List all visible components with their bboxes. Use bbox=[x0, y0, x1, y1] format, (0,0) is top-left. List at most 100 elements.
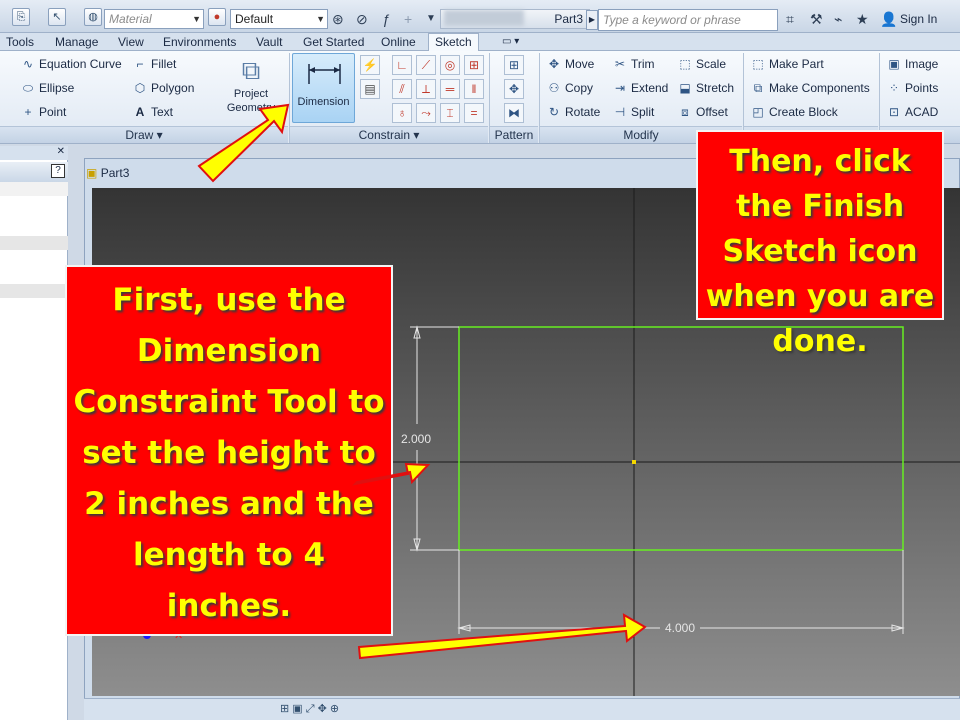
concentric-icon[interactable]: ◎ bbox=[440, 55, 460, 75]
tab-sketch[interactable]: Sketch bbox=[428, 33, 479, 52]
trim-button[interactable]: ✂ Trim bbox=[612, 57, 655, 71]
trim-icon: ✂ bbox=[614, 57, 626, 71]
chevron-down-icon: ▼ bbox=[192, 14, 201, 24]
auto-dimension-icon[interactable]: ⚡ bbox=[360, 55, 380, 75]
fillet-button[interactable]: ⌐ Fillet bbox=[132, 57, 176, 71]
acad-button[interactable]: ⊡ ACAD bbox=[886, 105, 938, 119]
vertical-icon[interactable]: ‖ bbox=[464, 79, 484, 99]
clear-override-icon[interactable]: ⊘ bbox=[356, 11, 368, 28]
make-part-button[interactable]: ⬚ Make Part bbox=[750, 57, 824, 71]
symmetric-icon[interactable]: ⌶ bbox=[440, 103, 460, 123]
view-controls-icon[interactable]: ⊞ ▣ ⤢ ✥ ⊕ bbox=[280, 702, 339, 716]
wrench-icon[interactable]: ⚒ bbox=[810, 11, 823, 28]
plus-icon[interactable]: + bbox=[404, 11, 412, 27]
make-part-label: Make Part bbox=[769, 57, 824, 71]
fillet-icon: ⌐ bbox=[136, 57, 144, 71]
move-button[interactable]: ✥ Move bbox=[546, 57, 594, 71]
tab-vault[interactable]: Vault bbox=[256, 34, 282, 50]
circular-pattern-icon[interactable]: ✥ bbox=[504, 79, 524, 99]
collinear-icon[interactable]: ⟋ bbox=[416, 55, 436, 75]
tab-view[interactable]: View bbox=[118, 34, 144, 50]
model-browser: ✕ ? bbox=[0, 146, 68, 720]
project-geometry-label-1: Project bbox=[233, 88, 269, 100]
browser-header: ? bbox=[0, 162, 68, 182]
fix-icon[interactable]: ⊞ bbox=[464, 55, 484, 75]
create-block-button[interactable]: ◰ Create Block bbox=[750, 105, 838, 119]
help-icon[interactable]: ? bbox=[51, 164, 65, 178]
offset-label: Offset bbox=[696, 105, 728, 119]
create-block-label: Create Block bbox=[769, 105, 838, 119]
rotate-button[interactable]: ↻ Rotate bbox=[546, 105, 600, 119]
search-placeholder: Type a keyword or phrase bbox=[603, 13, 741, 27]
material-icon[interactable]: ◍ bbox=[84, 8, 102, 26]
fx-icon[interactable]: ƒ bbox=[382, 11, 390, 27]
stretch-button[interactable]: ⬓ Stretch bbox=[677, 81, 734, 95]
image-label: Image bbox=[905, 57, 939, 71]
clear-appearance-icon[interactable]: ⊛ bbox=[332, 11, 344, 28]
equation-curve-label: Equation Curve bbox=[39, 57, 122, 71]
rectangular-pattern-icon[interactable]: ⊞ bbox=[504, 55, 524, 75]
show-constraints-icon[interactable]: ▤ bbox=[360, 79, 380, 99]
image-button[interactable]: ▣ Image bbox=[886, 57, 938, 71]
material-dropdown[interactable]: Material ▼ bbox=[104, 9, 204, 29]
open-icon[interactable]: ⎘ bbox=[12, 8, 30, 26]
constrain-panel-label[interactable]: Constrain ▾ bbox=[290, 126, 488, 143]
document-tab[interactable]: ▣ Part3 bbox=[86, 166, 129, 180]
tab-online[interactable]: Online bbox=[381, 34, 416, 50]
select-icon[interactable]: ↖ bbox=[48, 8, 66, 26]
text-button[interactable]: A Text bbox=[132, 105, 173, 119]
equal-icon[interactable]: = bbox=[464, 103, 484, 123]
length-dimension-value[interactable]: 4.000 bbox=[665, 621, 695, 635]
project-geometry-button[interactable]: ⧉ Project Geometry bbox=[220, 53, 282, 125]
extend-button[interactable]: ⇥ Extend bbox=[612, 81, 668, 95]
tab-get-started[interactable]: Get Started bbox=[303, 34, 364, 50]
scale-icon: ⬚ bbox=[679, 57, 691, 71]
smooth-icon[interactable]: ⤳ bbox=[416, 103, 436, 123]
tab-manage[interactable]: Manage bbox=[55, 34, 98, 50]
search-input[interactable]: Type a keyword or phrase bbox=[598, 9, 778, 31]
equation-curve-icon: ∿ bbox=[22, 57, 34, 71]
offset-button[interactable]: ⧈ Offset bbox=[677, 105, 728, 120]
polygon-button[interactable]: ⬡ Polygon bbox=[132, 81, 195, 95]
height-dimension-value[interactable]: 2.000 bbox=[401, 432, 431, 446]
point-icon: + bbox=[24, 105, 32, 119]
draw-panel-label[interactable]: Draw ▾ bbox=[0, 126, 288, 143]
text-label: Text bbox=[151, 105, 174, 119]
center-point[interactable] bbox=[632, 460, 636, 464]
appearance-dropdown[interactable]: Default ▼ bbox=[230, 9, 328, 29]
favorites-icon[interactable]: ★ bbox=[856, 11, 869, 28]
coincident-icon[interactable]: ∟ bbox=[392, 55, 412, 75]
customize-icon[interactable]: ▼ bbox=[426, 13, 436, 24]
sign-in-link[interactable]: Sign In bbox=[900, 12, 937, 26]
dimension-button[interactable]: Dimension bbox=[292, 53, 355, 123]
split-button[interactable]: ⊣ Split bbox=[612, 105, 655, 119]
acad-icon: ⊡ bbox=[888, 105, 900, 119]
tangent-icon[interactable]: ♁ bbox=[392, 103, 412, 123]
perpendicular-icon[interactable]: ⟂ bbox=[416, 79, 436, 99]
material-value: Material bbox=[109, 12, 152, 26]
document-tab-label: Part3 bbox=[100, 166, 130, 180]
browser-row-selected[interactable] bbox=[0, 284, 68, 298]
equation-curve-button[interactable]: ∿ Equation Curve bbox=[20, 57, 122, 71]
points-icon: ⁘ bbox=[888, 81, 900, 95]
browser-row[interactable] bbox=[0, 236, 68, 250]
make-components-button[interactable]: ⧉ Make Components bbox=[750, 81, 870, 96]
appearance-icon[interactable]: ● bbox=[208, 8, 226, 26]
close-icon[interactable]: ✕ bbox=[0, 146, 68, 160]
horizontal-icon[interactable]: ═ bbox=[440, 79, 460, 99]
ellipse-button[interactable]: ⬭ Ellipse bbox=[20, 81, 74, 96]
ribbon-options-icon[interactable]: ▭ ▾ bbox=[502, 34, 519, 50]
expand-icon[interactable]: ▶ bbox=[586, 10, 598, 30]
communication-icon[interactable]: ⌁ bbox=[834, 11, 842, 28]
mirror-icon[interactable]: ⧓ bbox=[504, 103, 524, 123]
binoculars-icon[interactable]: ⌗ bbox=[786, 11, 794, 28]
copy-button[interactable]: ⚇ Copy bbox=[546, 81, 593, 95]
points-button[interactable]: ⁘ Points bbox=[886, 81, 938, 95]
scale-button[interactable]: ⬚ Scale bbox=[677, 57, 726, 71]
polygon-label: Polygon bbox=[151, 81, 195, 95]
tab-tools[interactable]: Tools bbox=[6, 34, 34, 50]
parallel-icon[interactable]: ⫽ bbox=[392, 79, 412, 99]
point-button[interactable]: + Point bbox=[20, 105, 66, 119]
stretch-label: Stretch bbox=[696, 81, 735, 95]
tab-environments[interactable]: Environments bbox=[163, 34, 236, 50]
